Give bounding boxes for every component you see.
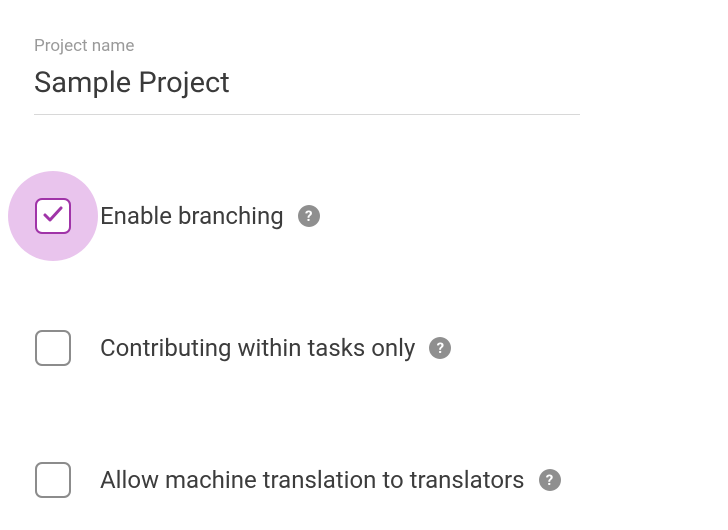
options-list: Enable branching ? Contributing within t… (34, 197, 694, 499)
allow-machine-translation-checkbox[interactable] (35, 462, 71, 498)
option-enable-branching: Enable branching ? (34, 197, 694, 235)
option-label: Enable branching (100, 202, 284, 230)
enable-branching-checkbox[interactable] (35, 198, 71, 234)
option-allow-machine-translation: Allow machine translation to translators… (34, 461, 694, 499)
option-label: Contributing within tasks only (100, 334, 415, 362)
option-label: Allow machine translation to translators (100, 466, 525, 494)
checkmark-icon (41, 202, 65, 230)
option-contributing-within-tasks: Contributing within tasks only ? (34, 329, 694, 367)
help-icon[interactable]: ? (539, 469, 561, 491)
checkbox-wrap (34, 461, 72, 499)
help-icon[interactable]: ? (429, 337, 451, 359)
project-name-label: Project name (34, 36, 694, 56)
checkbox-wrap (34, 197, 72, 235)
project-name-input[interactable] (34, 66, 580, 115)
project-name-field: Project name (34, 36, 694, 115)
contributing-within-tasks-checkbox[interactable] (35, 330, 71, 366)
checkbox-wrap (34, 329, 72, 367)
help-icon[interactable]: ? (298, 205, 320, 227)
